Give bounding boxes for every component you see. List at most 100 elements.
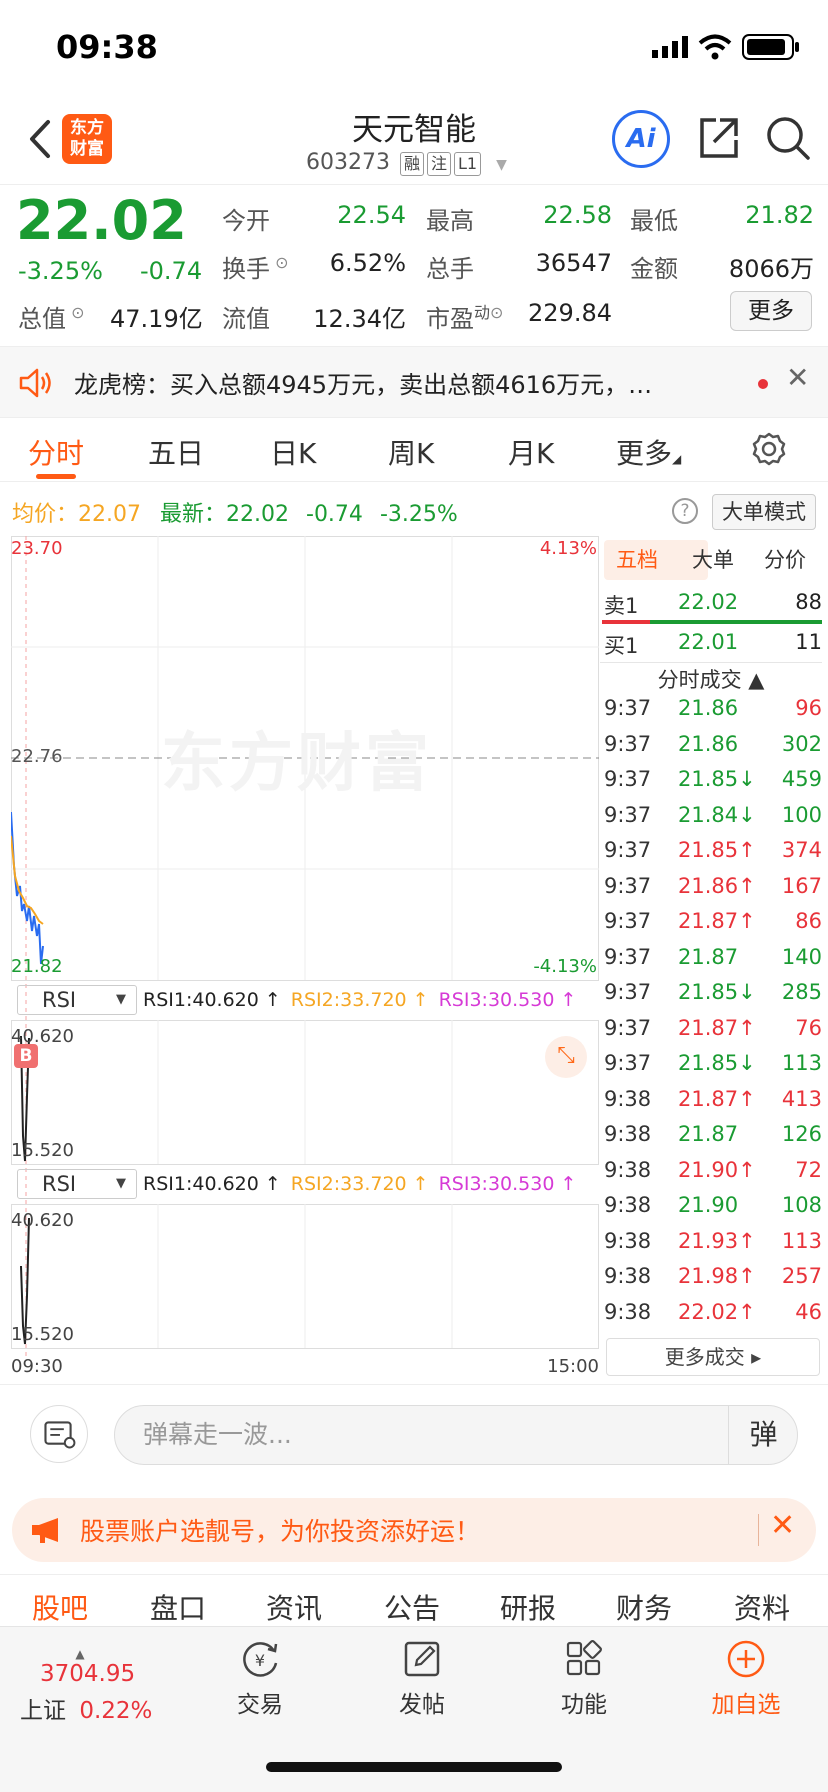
buy-marker[interactable]: B [14,1044,38,1068]
nav-add-watchlist[interactable]: 加自选 [686,1639,806,1719]
settings-gear-icon[interactable] [752,432,786,466]
tick-row: 9:37 21.86↑ 167 [600,874,822,910]
section-tab-forum[interactable]: 股吧 [32,1587,88,1627]
sell1-vol: 88 [795,590,822,614]
nav-post[interactable]: 发帖 [362,1639,482,1719]
tick-time: 9:37 [604,1015,652,1040]
y-mid-label: 22.76 [11,746,63,767]
danmu-settings-icon[interactable] [30,1405,88,1463]
more-ticks-button[interactable]: 更多成交 ▸ [606,1338,820,1376]
tick-volume: 140 [781,944,822,969]
sell1-price: 22.02 [678,590,739,614]
info-icon[interactable]: ⊙ [270,253,288,272]
nav-functions-label: 功能 [561,1692,607,1718]
tick-price: 21.85↓ [678,980,756,1004]
indicator-bar-2: RSI RSI1:40.620 ↑ RSI2:33.720 ↑ RSI3:30.… [15,1166,599,1202]
indicator-select-1[interactable]: RSI [17,985,137,1015]
indicator-select-2[interactable]: RSI [17,1169,137,1199]
tick-time: 9:37 [604,944,652,969]
close-icon[interactable]: ✕ [770,1508,795,1543]
tab-intraday[interactable]: 分时 [28,432,84,472]
latest-pct: -3.25% [379,502,458,527]
tick-row: 9:37 21.85↓ 285 [600,980,822,1016]
chart-info-line: 均价：22.07 最新：22.02 -0.74 -3.25% [12,496,458,528]
promo-banner[interactable]: 股票账户选靓号，为你投资添好运！ ✕ [12,1498,816,1562]
tab-weekly-k[interactable]: 周K [388,432,434,472]
book-tab-five-level[interactable]: 五档 [616,544,658,574]
nav-add-watchlist-label: 加自选 [711,1692,781,1718]
wifi-icon [698,34,732,60]
index-value: 3704.95 [40,1661,136,1687]
tick-volume: 257 [781,1264,822,1288]
nav-trade[interactable]: ¥ 交易 [200,1639,320,1719]
amount-value: 8066万 [728,255,814,283]
section-tab-profile[interactable]: 资料 [734,1587,790,1627]
svg-text:¥: ¥ [255,1651,265,1670]
book-tab-price-dist[interactable]: 分价 [764,544,806,574]
grid-icon [566,1640,602,1676]
tick-row: 9:38 21.98↑ 257 [600,1264,822,1300]
watermark: 东方财富 [161,727,433,801]
danmu-toggle-button[interactable]: 弹 [728,1405,798,1465]
tick-price: 21.93↑ [678,1228,756,1253]
pe-label: 市盈动⊙ [426,299,503,334]
expand-icon[interactable]: ⤡ [545,1036,587,1078]
section-tab-finance[interactable]: 财务 [616,1587,672,1627]
tick-price: 21.98↑ [678,1264,756,1288]
order-book: 五档 大单 分价 卖1 22.02 88 买1 22.01 11 分时成交 ▲ … [600,536,828,1376]
tab-more[interactable]: 更多◢ [616,432,681,472]
tab-monthly-k[interactable]: 月K [508,432,554,472]
tick-volume: 100 [781,802,822,827]
promo-divider [758,1514,759,1546]
close-icon[interactable]: ✕ [786,361,809,394]
tick-volume: 108 [781,1193,822,1217]
share-icon[interactable] [696,116,740,160]
tick-price: 21.87↑ [678,1086,756,1111]
tick-time: 9:37 [604,731,652,756]
eastmoney-logo: 东方 财富 [62,114,112,164]
rsi1-bot-label: 15.520 [11,1140,74,1161]
index-ticker[interactable]: ▲ 3704.95 上证 0.22% [20,1647,170,1725]
nav-functions[interactable]: 功能 [524,1639,644,1719]
tick-time: 9:38 [604,1193,652,1217]
ai-button[interactable]: Ai [612,110,670,168]
mktcap-label-text: 总值 [18,305,66,333]
chart-canvas [11,536,599,1356]
tag-registration: 注 [427,152,452,176]
section-tab-orderbook[interactable]: 盘口 [150,1587,206,1627]
book-tab-big-order[interactable]: 大单 [692,544,734,574]
time-start-label: 09:30 [11,1356,63,1377]
tick-price: 21.87↑ [678,909,756,933]
big-order-mode-button[interactable]: 大单模式 [712,494,816,530]
status-bar: 09:38 [0,0,828,96]
ticks-header[interactable]: 分时成交 ▲ [600,664,822,694]
dragon-tiger-banner[interactable]: 龙虎榜：买入总额4945万元，卖出总额4616万元，… ✕ [0,346,828,418]
buy1-label: 买1 [604,634,639,658]
tick-time: 9:38 [604,1122,652,1146]
tick-time: 9:37 [604,838,652,862]
search-icon[interactable] [764,114,812,162]
section-tab-announcements[interactable]: 公告 [384,1587,440,1627]
tick-volume: 76 [795,1015,822,1040]
tick-volume: 96 [795,696,822,720]
active-tab-indicator [36,474,76,479]
danmu-input[interactable]: 弹幕走一波... [114,1405,798,1465]
tick-time: 9:38 [604,1299,652,1324]
quote-panel: 22.02 -3.25% -0.74 今开 22.54 最高 22.58 最低 … [0,184,828,344]
tab-five-day[interactable]: 五日 [148,432,204,472]
tick-volume: 126 [781,1122,822,1146]
avg-value: 22.07 [78,502,141,527]
section-tab-news[interactable]: 资讯 [266,1587,322,1627]
intraday-chart[interactable]: 东方财富 23.70 4.13% 22.76 21.82 -4.13% RSI … [11,536,599,1377]
back-icon[interactable] [22,114,62,164]
sell1-row: 卖1 22.02 88 [600,590,822,622]
section-tab-research[interactable]: 研报 [500,1587,556,1627]
tab-daily-k[interactable]: 日K [270,432,316,472]
help-icon[interactable]: ? [672,498,698,524]
chevron-down-icon[interactable]: ▼ [496,157,507,173]
tick-price: 21.87 [678,944,739,969]
info-icon[interactable]: ⊙ [66,303,84,322]
tab-more-label: 更多 [616,437,673,470]
price-line [11,811,44,965]
more-quote-button[interactable]: 更多 [730,291,812,331]
